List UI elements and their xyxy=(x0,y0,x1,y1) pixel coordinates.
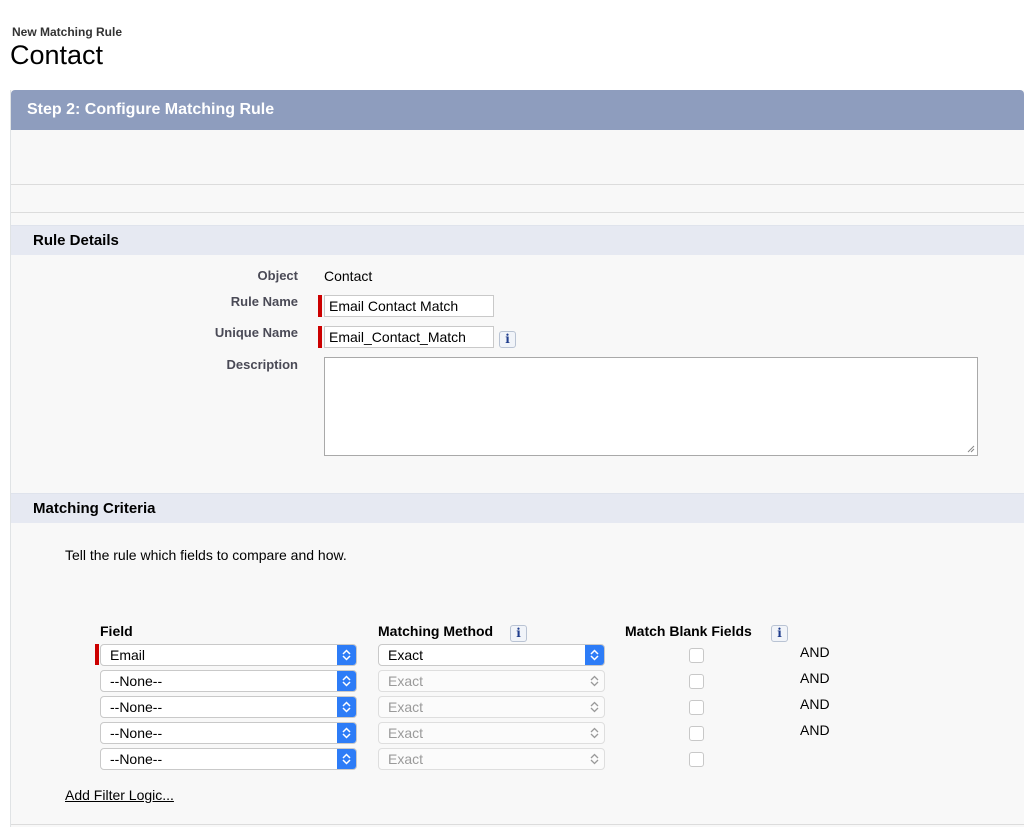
field-select[interactable]: --None-- xyxy=(100,696,357,718)
matching-method-column-header: Matching Method xyxy=(378,623,494,639)
field-select[interactable]: --None-- xyxy=(100,670,357,692)
rule-details-header: Rule Details xyxy=(11,225,1024,255)
matching-method-info-icon[interactable]: i xyxy=(510,625,527,642)
match-blank-checkbox[interactable] xyxy=(689,674,704,689)
field-select-value: --None-- xyxy=(110,725,163,741)
field-select[interactable]: --None-- xyxy=(100,722,357,744)
up-down-chevron-icon xyxy=(337,723,356,743)
required-indicator xyxy=(318,295,322,317)
matching-method-value: Exact xyxy=(388,673,424,689)
step-title: Step 2: Configure Matching Rule xyxy=(27,101,275,118)
divider xyxy=(11,212,1024,213)
up-down-chevron-icon xyxy=(337,697,356,717)
and-connector: AND xyxy=(800,722,830,738)
matching-criteria-title: Matching Criteria xyxy=(33,500,156,517)
up-down-chevron-icon xyxy=(337,749,356,769)
matching-method-value: Exact xyxy=(388,751,424,767)
matching-method-select: Exact xyxy=(378,722,605,744)
add-filter-logic-link[interactable]: Add Filter Logic... xyxy=(65,787,174,803)
step-header: Step 2: Configure Matching Rule xyxy=(11,90,1024,130)
required-indicator xyxy=(318,326,322,348)
match-blank-fields-column-header: Match Blank Fields xyxy=(625,623,752,639)
required-indicator xyxy=(95,644,99,665)
up-down-chevron-icon xyxy=(337,671,356,691)
up-down-chevron-icon xyxy=(585,697,604,717)
matching-method-select: Exact xyxy=(378,670,605,692)
object-value: Contact xyxy=(324,268,373,284)
rule-name-input[interactable]: Email Contact Match xyxy=(324,295,494,317)
matching-method-select: Exact xyxy=(378,748,605,770)
unique-name-label: Unique Name xyxy=(214,325,298,340)
match-blank-checkbox[interactable] xyxy=(689,726,704,741)
page-title: Contact xyxy=(10,40,104,70)
object-label: Object xyxy=(257,268,298,283)
divider xyxy=(11,184,1024,185)
matching-method-select[interactable]: Exact xyxy=(378,644,605,666)
matching-method-select: Exact xyxy=(378,696,605,718)
matching-method-value: Exact xyxy=(388,647,424,663)
matching-method-value: Exact xyxy=(388,699,424,715)
description-label: Description xyxy=(226,357,298,372)
field-select[interactable]: Email xyxy=(100,644,357,666)
match-blank-fields-info-icon[interactable]: i xyxy=(771,625,788,642)
unique-name-input[interactable]: Email_Contact_Match xyxy=(324,326,494,348)
matching-criteria-header: Matching Criteria xyxy=(11,493,1024,523)
up-down-chevron-icon xyxy=(585,645,604,665)
field-column-header: Field xyxy=(100,623,133,639)
and-connector: AND xyxy=(800,670,830,686)
configure-matching-rule-panel: Step 2: Configure Matching Rule Rule Det… xyxy=(10,90,1024,827)
and-connector: AND xyxy=(800,696,830,712)
up-down-chevron-icon xyxy=(585,723,604,743)
matching-method-value: Exact xyxy=(388,725,424,741)
page-subtitle: New Matching Rule xyxy=(12,25,123,39)
field-select-value: --None-- xyxy=(110,673,163,689)
rule-details-title: Rule Details xyxy=(33,232,119,249)
up-down-chevron-icon xyxy=(585,671,604,691)
unique-name-info-icon[interactable]: i xyxy=(499,331,516,348)
resize-handle-icon[interactable] xyxy=(967,445,975,453)
divider xyxy=(11,824,1024,825)
match-blank-checkbox[interactable] xyxy=(689,648,704,663)
field-select-value: --None-- xyxy=(110,699,163,715)
field-select-value: --None-- xyxy=(110,751,163,767)
field-select-value: Email xyxy=(110,647,146,663)
matching-help-text: Tell the rule which fields to compare an… xyxy=(65,547,347,563)
description-textarea[interactable] xyxy=(324,357,978,456)
rule-name-label: Rule Name xyxy=(230,294,298,309)
and-connector: AND xyxy=(800,644,830,660)
up-down-chevron-icon xyxy=(585,749,604,769)
field-select[interactable]: --None-- xyxy=(100,748,357,770)
up-down-chevron-icon xyxy=(337,645,356,665)
match-blank-checkbox[interactable] xyxy=(689,752,704,767)
match-blank-checkbox[interactable] xyxy=(689,700,704,715)
